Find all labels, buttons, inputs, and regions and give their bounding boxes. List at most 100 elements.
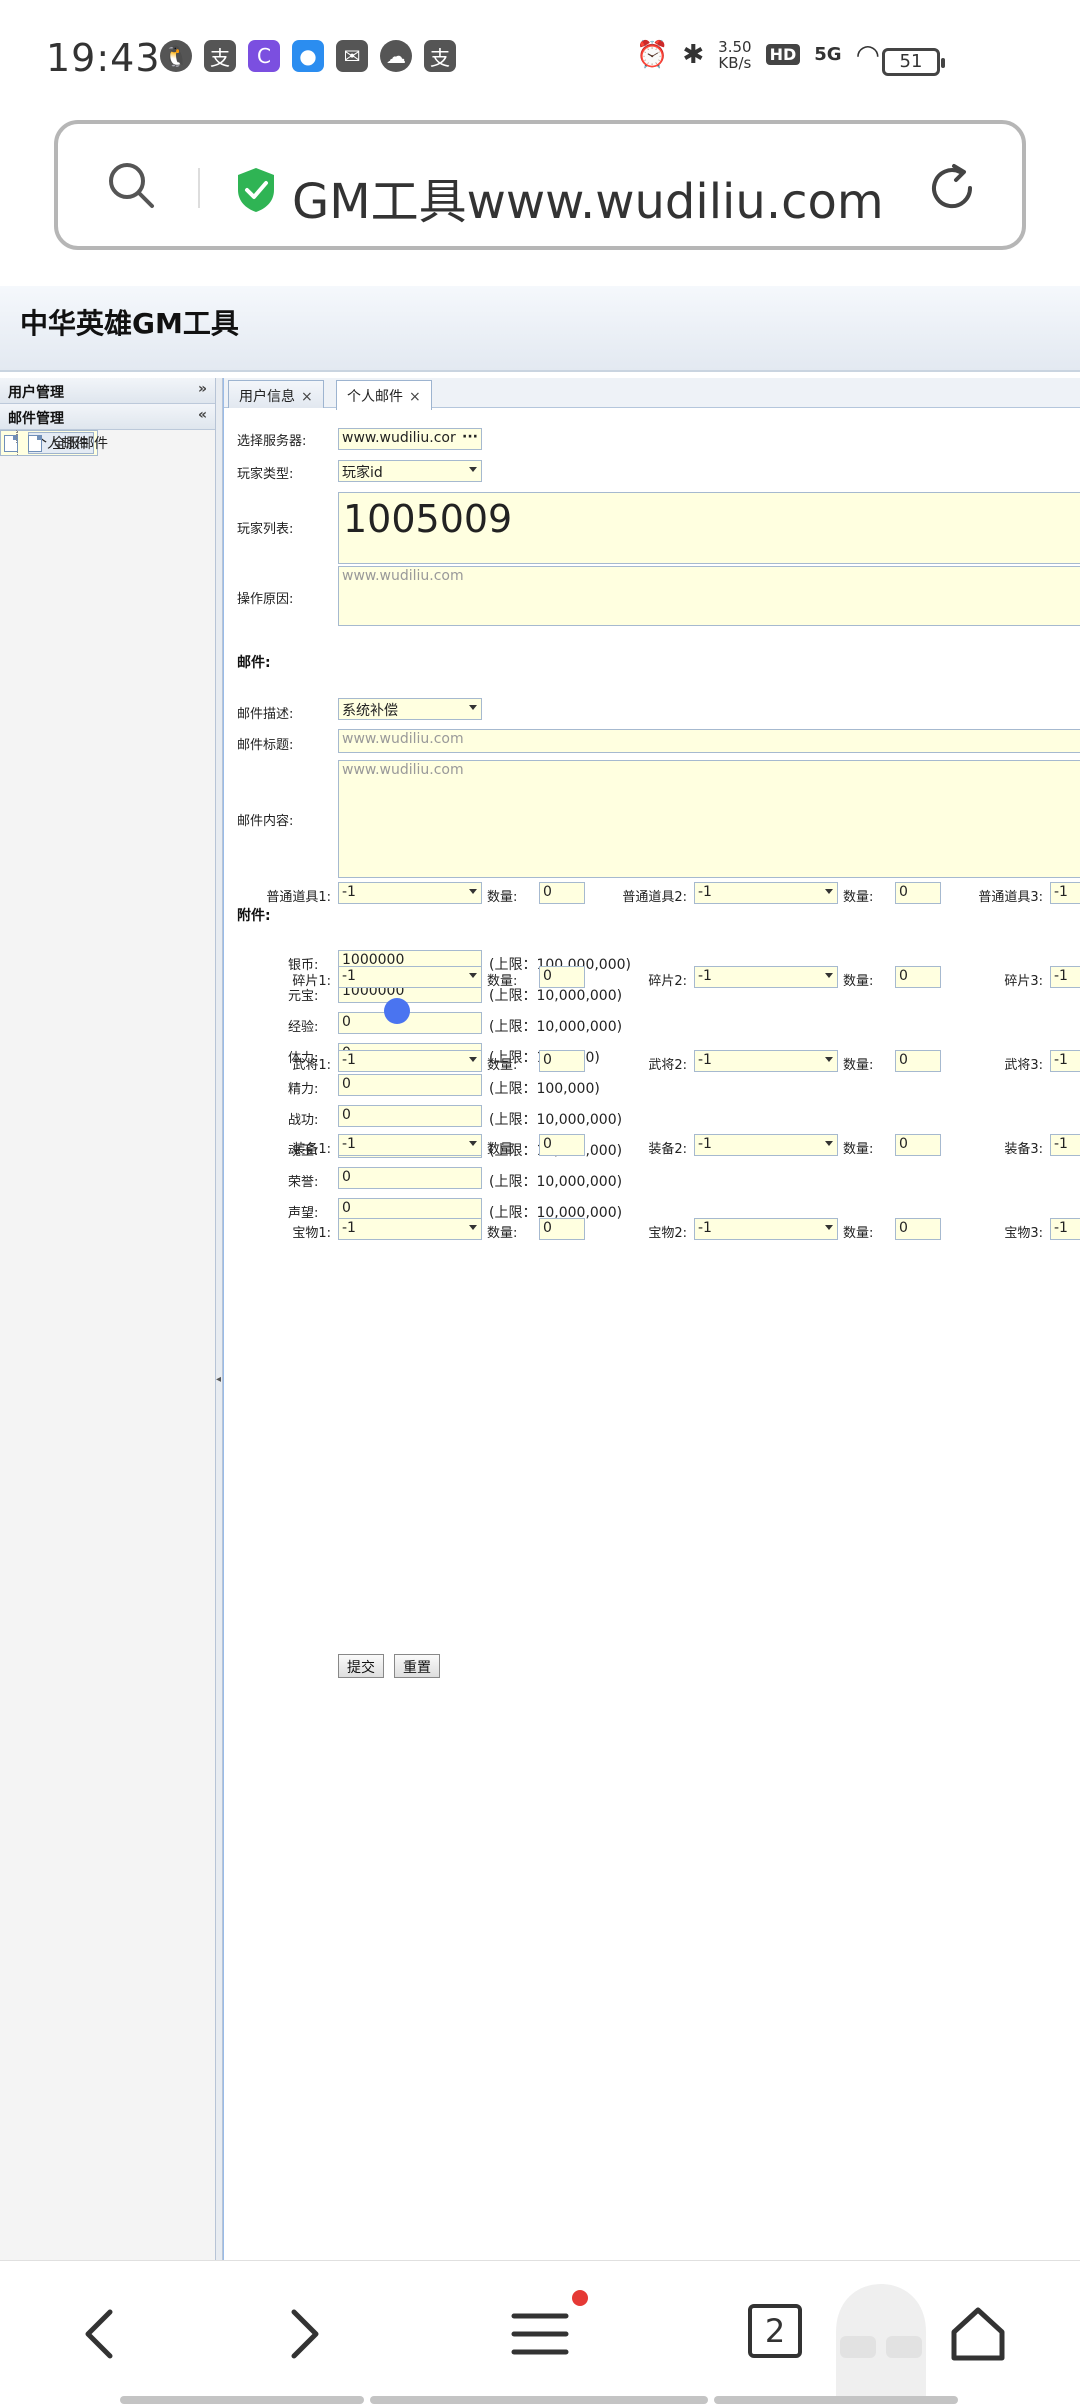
chevron-down-icon xyxy=(469,889,477,894)
item-slot-label: 装备3: xyxy=(1004,1142,1043,1157)
document-icon xyxy=(28,434,42,452)
chevron-down-icon xyxy=(825,973,833,978)
item-slot-label: 碎片3: xyxy=(1004,974,1043,989)
chevron-down-icon xyxy=(469,973,477,978)
wifi-icon: ◠ xyxy=(855,38,880,71)
collapse-arrow-icon[interactable]: ◂ xyxy=(216,1374,221,1385)
chevron-down-icon xyxy=(469,1141,477,1146)
close-icon[interactable]: × xyxy=(301,389,313,405)
reason-textarea[interactable]: www.wudiliu.com xyxy=(338,566,1080,626)
item-slot-label: 宝物1: xyxy=(292,1226,331,1241)
ghost-mascot-icon xyxy=(836,2284,926,2400)
tab-personal-mail[interactable]: 个人邮件 × xyxy=(336,380,432,410)
mail-app-icon: ✉ xyxy=(336,40,368,72)
player-list-textarea[interactable]: 1005009 xyxy=(338,492,1080,564)
menu-icon[interactable] xyxy=(508,2302,572,2366)
mail-content-textarea[interactable]: www.wudiliu.com xyxy=(338,760,1080,878)
player-type-select[interactable]: 玩家id xyxy=(338,460,482,482)
gesture-bar xyxy=(714,2396,958,2404)
item-select[interactable]: -1 xyxy=(338,1218,482,1240)
item-select[interactable]: -1 xyxy=(338,1050,482,1072)
resource-label: 声望: xyxy=(288,1206,319,1221)
sidebar-item-global-mail[interactable]: 全服邮件 xyxy=(0,430,215,456)
quantity-input[interactable]: 0 xyxy=(539,882,585,904)
item-select[interactable]: -1 xyxy=(1050,966,1080,988)
notification-icons: 🐧 支 C ● ✉ ☁ 支 xyxy=(160,40,456,72)
quantity-input[interactable]: 0 xyxy=(895,1218,941,1240)
chevron-double-down-icon[interactable]: » xyxy=(198,381,207,397)
more-icon[interactable]: ··· xyxy=(462,429,478,445)
url-text[interactable]: GM工具www.wudiliu.com xyxy=(292,162,884,232)
item-slot-label: 武将2: xyxy=(648,1058,687,1073)
mail-desc-label: 邮件描述: xyxy=(237,707,294,722)
quantity-input[interactable]: 0 xyxy=(539,966,585,988)
quantity-input[interactable]: 0 xyxy=(895,882,941,904)
tab-user-info[interactable]: 用户信息 × xyxy=(228,380,324,408)
resource-input-prestige[interactable]: 0 xyxy=(338,1198,482,1220)
alipay-icon-2: 支 xyxy=(424,40,456,72)
chevron-double-up-icon[interactable]: « xyxy=(198,407,207,423)
sidebar-section-mail-management[interactable]: 邮件管理 « xyxy=(0,404,215,430)
resource-input-exp[interactable]: 0 xyxy=(338,1012,482,1034)
item-slot-label: 普通道具2: xyxy=(622,890,687,905)
address-bar[interactable]: GM工具www.wudiliu.com xyxy=(54,120,1026,250)
server-label: 选择服务器: xyxy=(237,434,307,449)
sidebar-splitter[interactable]: ◂ xyxy=(216,378,223,2260)
quantity-label: 数量: xyxy=(843,974,874,989)
resource-input-energy[interactable]: 0 xyxy=(338,1074,482,1096)
item-select[interactable]: -1 xyxy=(694,1050,838,1072)
cloud-icon: ☁ xyxy=(380,40,412,72)
item-select[interactable]: -1 xyxy=(694,1134,838,1156)
item-select[interactable]: -1 xyxy=(1050,1050,1080,1072)
quantity-label: 数量: xyxy=(487,1058,518,1073)
quantity-input[interactable]: 0 xyxy=(895,1134,941,1156)
chevron-down-icon xyxy=(469,1057,477,1062)
quantity-label: 数量: xyxy=(843,1226,874,1241)
resource-limit: (上限：10,000,000) xyxy=(489,1019,623,1035)
mail-desc-select[interactable]: 系统补偿 xyxy=(338,698,482,720)
resource-input-merit[interactable]: 0 xyxy=(338,1105,482,1127)
mail-content-label: 邮件内容: xyxy=(237,814,294,829)
forward-icon[interactable] xyxy=(270,2302,334,2366)
submit-button[interactable]: 提交 xyxy=(338,1654,384,1678)
divider xyxy=(0,2260,1080,2261)
chevron-down-icon xyxy=(469,467,477,472)
mail-section-heading: 邮件: xyxy=(237,655,271,671)
item-select[interactable]: -1 xyxy=(1050,1218,1080,1240)
item-select[interactable]: -1 xyxy=(338,1134,482,1156)
tabs-count-button[interactable]: 2 xyxy=(748,2304,802,2358)
server-select[interactable]: www.wudiliu.cor ··· xyxy=(338,428,482,450)
sidebar: 用户管理 » 邮件管理 « 个人邮件 全服邮件 xyxy=(0,378,216,2260)
gesture-bar xyxy=(120,2396,364,2404)
quantity-input[interactable]: 0 xyxy=(539,1050,585,1072)
item-slot-label: 装备2: xyxy=(648,1142,687,1157)
quantity-input[interactable]: 0 xyxy=(539,1218,585,1240)
item-slot-label: 装备1: xyxy=(292,1142,331,1157)
item-select[interactable]: -1 xyxy=(694,1218,838,1240)
quantity-input[interactable]: 0 xyxy=(539,1134,585,1156)
item-slot-label: 武将1: xyxy=(292,1058,331,1073)
sidebar-section-user-management[interactable]: 用户管理 » xyxy=(0,378,215,404)
item-select[interactable]: -1 xyxy=(1050,1134,1080,1156)
chevron-down-icon xyxy=(469,705,477,710)
quantity-input[interactable]: 0 xyxy=(895,1050,941,1072)
item-select[interactable]: -1 xyxy=(338,882,482,904)
item-select[interactable]: -1 xyxy=(694,882,838,904)
item-select[interactable]: -1 xyxy=(338,966,482,988)
quantity-input[interactable]: 0 xyxy=(895,966,941,988)
search-icon[interactable] xyxy=(106,160,156,210)
gesture-bar xyxy=(370,2396,708,2404)
home-icon[interactable] xyxy=(946,2302,1010,2366)
close-icon[interactable]: × xyxy=(409,389,421,405)
alipay-icon: 支 xyxy=(204,40,236,72)
reset-button[interactable]: 重置 xyxy=(394,1654,440,1678)
resource-input-honor[interactable]: 0 xyxy=(338,1167,482,1189)
back-icon[interactable] xyxy=(70,2302,134,2366)
quantity-label: 数量: xyxy=(487,1226,518,1241)
item-select[interactable]: -1 xyxy=(1050,882,1080,904)
refresh-icon[interactable] xyxy=(924,160,980,216)
touch-indicator xyxy=(384,998,410,1024)
mail-title-input[interactable]: www.wudiliu.com xyxy=(338,729,1080,753)
item-select[interactable]: -1 xyxy=(694,966,838,988)
item-slot-label: 武将3: xyxy=(1004,1058,1043,1073)
